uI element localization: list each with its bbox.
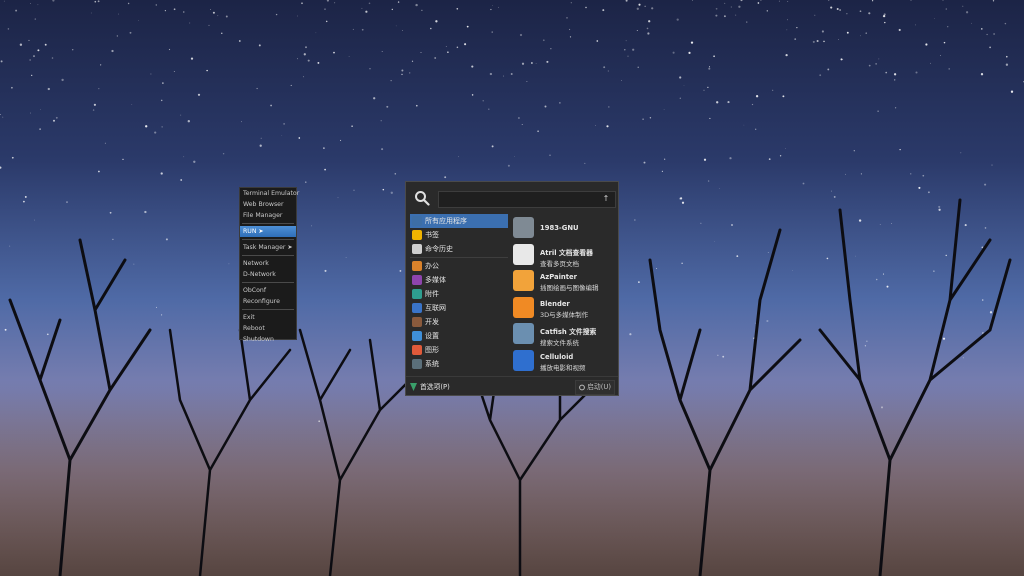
app-description: 插图绘画与图像编辑	[540, 284, 599, 293]
category-item[interactable]: 办公	[410, 259, 508, 273]
openbox-root-menu: Terminal Emulator Web Browser File Manager…	[239, 187, 299, 343]
search-icon	[415, 191, 430, 206]
category-item[interactable]: 系统	[410, 357, 508, 371]
app-name: AzPainter	[540, 273, 577, 282]
app-description: 播放电影和视频	[540, 363, 586, 372]
category-item[interactable]: 书签	[410, 228, 508, 242]
category-label: 开发	[425, 318, 439, 326]
category-item[interactable]: 互联网	[410, 301, 508, 315]
openbox-item-obconf[interactable]: ObConf	[240, 285, 296, 296]
launch-button[interactable]: 启动(U)	[575, 380, 615, 395]
category-label: 命令历史	[425, 245, 453, 253]
app-name: Atril 文档查看器	[540, 248, 593, 257]
app-item[interactable]: Atril 文档查看器 查看多页文档	[510, 241, 618, 268]
category-item[interactable]: 开发	[410, 315, 508, 329]
settings-icon	[412, 331, 422, 341]
app-item[interactable]: AzPainter 插图绘画与图像编辑	[510, 267, 618, 294]
openbox-item-d-network[interactable]: D-Network	[240, 269, 296, 280]
category-item[interactable]: 附件	[410, 287, 508, 301]
menu-separator	[242, 282, 294, 283]
application-list: 1983-GNU Atril 文档查看器 查看多页文档 AzPainter 插图绘画与图…	[510, 214, 618, 372]
category-label: 办公	[425, 262, 439, 270]
app-name: Catfish 文件搜索	[540, 328, 597, 337]
preferences-button[interactable]: 首选项(P)	[410, 381, 450, 393]
catfish-icon	[513, 323, 534, 345]
openbox-item-reconfigure[interactable]: Reconfigure	[240, 296, 296, 307]
app-description: 搜索文件系统	[540, 339, 579, 348]
category-label: 互联网	[425, 304, 446, 312]
clear-icon[interactable]: ↑	[601, 194, 611, 204]
launch-icon	[579, 384, 586, 391]
app-name: Blender	[540, 299, 570, 308]
gnu-icon	[513, 217, 534, 238]
openbox-item-file-manager[interactable]: File Manager	[240, 210, 296, 221]
accessories-icon	[412, 289, 422, 299]
development-icon	[412, 317, 422, 327]
app-name: Celluloid	[540, 352, 574, 361]
menu-separator	[242, 309, 294, 310]
openbox-item-task-manager[interactable]: Task Manager ➤	[240, 242, 296, 253]
search-input[interactable]	[438, 191, 616, 208]
openbox-item-run[interactable]: RUN ➤	[240, 226, 296, 237]
category-label: 多媒体	[425, 276, 446, 284]
category-label: 设置	[425, 332, 439, 340]
category-label: 附件	[425, 290, 439, 298]
category-separator	[410, 257, 508, 258]
app-item[interactable]: Blender 3D与多媒体制作	[510, 294, 618, 321]
application-menu: ↑ 所有应用程序 书签命令历史办公多媒体附件互联网开发设置图形系统 1983-GN…	[405, 181, 619, 396]
menu-separator	[242, 239, 294, 240]
openbox-item-network[interactable]: Network	[240, 258, 296, 269]
category-item[interactable]: 所有应用程序	[410, 214, 508, 228]
video-player-icon	[513, 349, 534, 371]
app-item[interactable]: 1983-GNU	[510, 214, 618, 241]
app-item[interactable]: Celluloid 播放电影和视频	[510, 347, 618, 372]
menu-separator	[242, 255, 294, 256]
menu-separator	[242, 223, 294, 224]
openbox-item-terminal-emulator[interactable]: Terminal Emulator	[240, 188, 299, 199]
internet-icon	[412, 303, 422, 313]
multimedia-icon	[412, 275, 422, 285]
app-name: 1983-GNU	[540, 224, 579, 232]
star-icon	[412, 230, 422, 240]
category-item[interactable]: 设置	[410, 329, 508, 343]
blender-icon	[513, 296, 534, 318]
app-description: 3D与多媒体制作	[540, 310, 589, 319]
system-icon	[412, 359, 422, 369]
category-label: 所有应用程序	[425, 217, 467, 225]
office-icon	[412, 261, 422, 271]
menu-footer: 首选项(P) 启动(U)	[406, 376, 618, 396]
category-label: 图形	[425, 346, 439, 354]
preferences-icon	[410, 383, 417, 391]
openbox-item-exit[interactable]: Exit	[240, 312, 296, 323]
openbox-item-shutdown[interactable]: Shutdown	[240, 334, 296, 345]
search-row: ↑	[406, 182, 618, 214]
app-description: 查看多页文档	[540, 259, 579, 268]
openbox-item-web-browser[interactable]: Web Browser	[240, 199, 296, 210]
app-item[interactable]: Catfish 文件搜索 搜索文件系统	[510, 320, 618, 347]
category-item[interactable]: 图形	[410, 343, 508, 357]
all-apps-icon	[412, 216, 422, 226]
document-viewer-icon	[513, 243, 534, 265]
graphics-icon	[412, 345, 422, 355]
category-item[interactable]: 多媒体	[410, 273, 508, 287]
category-label: 系统	[425, 360, 439, 368]
category-list: 所有应用程序 书签命令历史办公多媒体附件互联网开发设置图形系统	[410, 214, 508, 372]
launch-label: 启动(U)	[587, 383, 611, 391]
category-item[interactable]: 命令历史	[410, 242, 508, 256]
history-icon	[412, 244, 422, 254]
openbox-item-reboot[interactable]: Reboot	[240, 323, 296, 334]
category-label: 书签	[425, 231, 439, 239]
preferences-label: 首选项(P)	[420, 383, 450, 391]
paint-icon	[513, 270, 534, 292]
